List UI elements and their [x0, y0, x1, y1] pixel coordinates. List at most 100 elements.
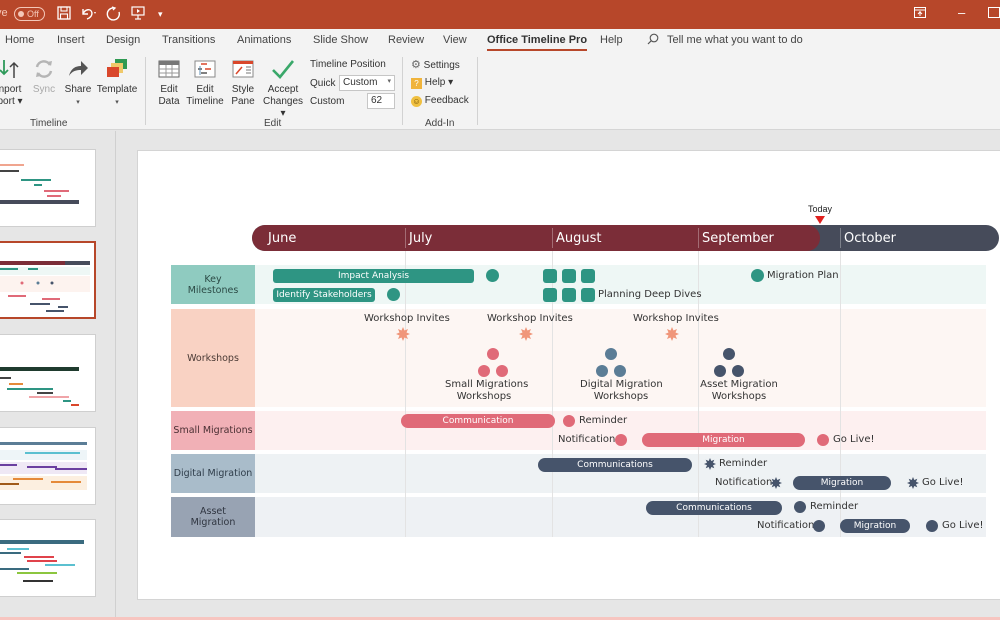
feedback-label: Feedback [424, 95, 469, 106]
slide-thumbnail-5[interactable] [0, 519, 96, 597]
tab-home[interactable]: Home [5, 34, 34, 46]
milestone-square[interactable] [543, 269, 557, 283]
ribbon: nport port ▾ Sync Share ▾ Template ▾ Tim… [0, 53, 1000, 130]
milestone-circle[interactable] [926, 520, 938, 532]
edit-data-label-2: Data [158, 96, 180, 107]
save-icon[interactable] [57, 6, 71, 23]
tab-insert[interactable]: Insert [57, 34, 85, 46]
starburst-milestone-icon[interactable] [396, 327, 410, 341]
present-icon[interactable] [131, 6, 145, 23]
redo-icon[interactable] [106, 6, 122, 25]
thumbnail-preview [0, 442, 87, 490]
edit-timeline-label-1: Edit [196, 84, 214, 95]
workshop-dot[interactable] [614, 365, 626, 377]
starburst-milestone-icon[interactable] [665, 327, 679, 341]
slide-thumbnail-1[interactable] [0, 149, 96, 227]
feedback-button[interactable]: ☺ Feedback [411, 95, 469, 107]
milestone-circle[interactable] [563, 415, 575, 427]
milestone-square[interactable] [581, 288, 595, 302]
workshop-dot[interactable] [487, 348, 499, 360]
workshop-dot[interactable] [605, 348, 617, 360]
milestone-circle[interactable] [817, 434, 829, 446]
milestone-circle[interactable] [387, 288, 400, 301]
workshop-dot[interactable] [478, 365, 490, 377]
timeline-position-label: Timeline Position [310, 59, 386, 70]
milestone-circle[interactable] [794, 501, 806, 513]
ribbon-display-options-icon[interactable] [914, 6, 926, 21]
group-separator [145, 57, 146, 125]
workshop-dot[interactable] [596, 365, 608, 377]
swimlane-label-small-migrations[interactable]: Small Migrations [171, 411, 255, 450]
edit-data-label-1: Edit [160, 84, 178, 95]
import-export-button[interactable]: nport port ▾ [0, 58, 24, 108]
milestone-square[interactable] [562, 269, 576, 283]
milestone-square[interactable] [562, 288, 576, 302]
workshop-dot[interactable] [732, 365, 744, 377]
share-button[interactable]: Share ▾ [63, 58, 93, 109]
milestone-circle[interactable] [813, 520, 825, 532]
quick-position-select[interactable]: Custom ▾ [339, 75, 395, 91]
maximize-icon[interactable] [988, 6, 1000, 21]
style-pane-button[interactable]: Style Pane [229, 58, 257, 108]
swimlane-label-key-milestones[interactable]: Key Milestones [171, 265, 255, 304]
milestone-label-workshop-invites: Workshop Invites [633, 313, 719, 324]
tab-slide-show[interactable]: Slide Show [313, 34, 368, 46]
month-label-july: July [409, 231, 433, 246]
custom-position-input[interactable]: 62 [367, 93, 395, 109]
tell-me-search[interactable]: Tell me what you want to do [667, 34, 803, 46]
task-migration[interactable]: Migration [840, 519, 910, 533]
milestone-circle[interactable] [486, 269, 499, 282]
task-migration[interactable]: Migration [793, 476, 891, 490]
autosave-toggle[interactable]: Off [14, 7, 45, 21]
swimlane-label-text: Asset Migration [190, 506, 236, 528]
milestone-circle[interactable] [751, 269, 764, 282]
starburst-milestone-icon[interactable] [770, 477, 782, 489]
workshop-dot[interactable] [714, 365, 726, 377]
share-label: Share [64, 84, 92, 95]
task-communication[interactable]: Communication [401, 414, 555, 428]
help-button[interactable]: ? Help ▾ [411, 77, 453, 89]
tab-help[interactable]: Help [600, 34, 623, 46]
tab-design[interactable]: Design [106, 34, 140, 46]
task-identify-stakeholders[interactable]: Identify Stakeholders [273, 288, 375, 302]
workshop-dot[interactable] [496, 365, 508, 377]
month-scale-bar[interactable]: June July August September October [252, 225, 999, 251]
customize-qat-icon[interactable]: ▾ [158, 6, 163, 22]
month-label-august: August [556, 231, 602, 246]
starburst-milestone-icon[interactable] [704, 458, 716, 470]
template-button[interactable]: Template ▾ [96, 58, 138, 109]
task-migration[interactable]: Migration [642, 433, 805, 447]
tab-animations[interactable]: Animations [237, 34, 291, 46]
help-label: Help ▾ [424, 77, 454, 88]
gridline [840, 251, 841, 537]
task-communications[interactable]: Communications [538, 458, 692, 472]
starburst-milestone-icon[interactable] [907, 477, 919, 489]
tab-review[interactable]: Review [388, 34, 424, 46]
milestone-square[interactable] [581, 269, 595, 283]
slide-thumbnail-3[interactable] [0, 334, 96, 412]
slide-thumbnail-4[interactable] [0, 427, 96, 505]
swimlane-label-workshops[interactable]: Workshops [171, 309, 255, 407]
workshop-dot[interactable] [723, 348, 735, 360]
settings-button[interactable]: ⚙ Settings [411, 58, 460, 71]
edit-data-button[interactable]: Edit Data [155, 58, 183, 108]
edit-timeline-button[interactable]: Edit Timeline [186, 58, 224, 108]
gear-icon: ⚙ [411, 59, 421, 71]
autosave-label: ve [0, 7, 8, 19]
task-communications[interactable]: Communications [646, 501, 782, 515]
tab-view[interactable]: View [443, 34, 467, 46]
undo-icon[interactable] [80, 6, 98, 23]
tab-transitions[interactable]: Transitions [162, 34, 215, 46]
task-impact-analysis[interactable]: Impact Analysis [273, 269, 474, 283]
minimize-icon[interactable]: – [958, 5, 965, 20]
starburst-milestone-icon[interactable] [519, 327, 533, 341]
tab-office-timeline-pro[interactable]: Office Timeline Pro [487, 34, 588, 51]
sync-button[interactable]: Sync [30, 58, 58, 96]
swimlane-label-asset-migration[interactable]: Asset Migration [171, 497, 255, 537]
slide-thumbnail-2[interactable] [0, 241, 96, 319]
milestone-square[interactable] [543, 288, 557, 302]
swimlane-label-digital-migration[interactable]: Digital Migration [171, 454, 255, 493]
milestone-circle[interactable] [615, 434, 627, 446]
milestone-label-migration-plan: Migration Plan [767, 270, 839, 281]
accept-changes-button[interactable]: Accept Changes ▾ [260, 58, 306, 120]
